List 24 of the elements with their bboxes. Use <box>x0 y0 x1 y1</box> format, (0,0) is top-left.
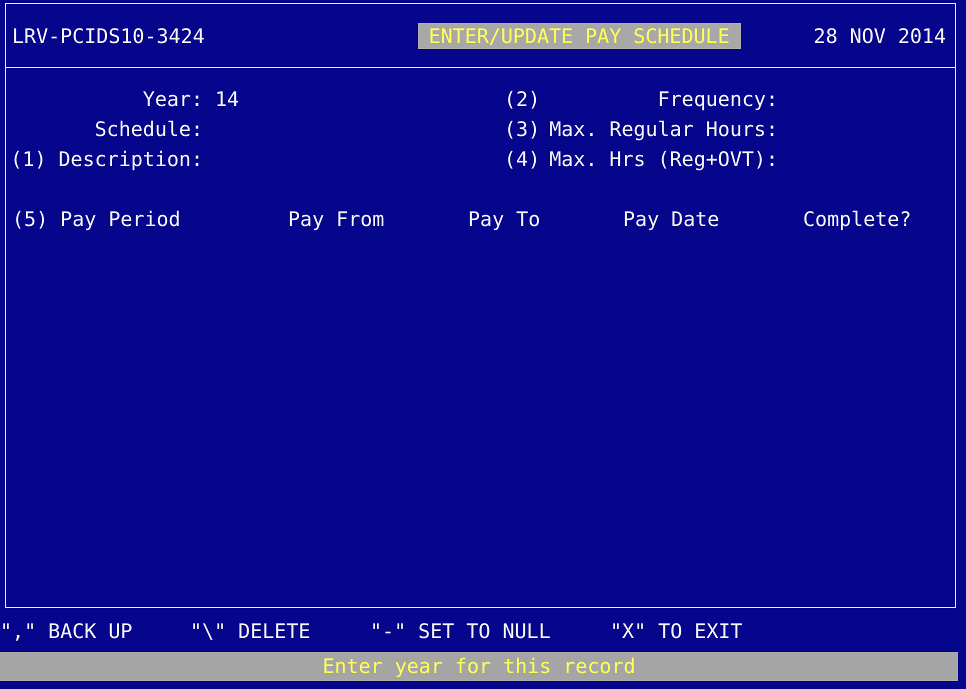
field-label: Year: <box>142 86 203 113</box>
key-hint: "X" TO EXIT <box>610 619 742 643</box>
field-number: (1) <box>10 146 46 173</box>
column-header: Pay To <box>468 207 540 231</box>
status-message: Enter year for this record <box>0 652 958 681</box>
key-hint: "\" DELETE <box>190 619 310 643</box>
column-header: Complete? <box>803 207 912 231</box>
field-label: Schedule: <box>94 116 203 143</box>
key-hint: "," BACK UP <box>0 619 132 643</box>
header-date: 28 NOV 2014 <box>814 22 946 50</box>
system-id: LRV-PCIDS10-3424 <box>12 22 205 50</box>
field-value: 14 <box>215 86 240 113</box>
field-label: Description: <box>58 146 203 173</box>
field-number: (2) <box>504 87 540 111</box>
column-header: Pay From <box>288 207 384 231</box>
field-label: Frequency: <box>658 86 778 113</box>
column-header: (5) Pay Period <box>12 207 181 231</box>
column-header: Pay Date <box>623 207 720 231</box>
key-hint: "-" SET TO NULL <box>370 619 551 643</box>
field-label: Max. Hrs (Reg+OVT): <box>549 146 778 173</box>
field-number: (4) <box>504 147 540 171</box>
field-number: (3) <box>504 117 540 141</box>
field-label: Max. Regular Hours: <box>549 116 778 143</box>
screen-title: ENTER/UPDATE PAY SCHEDULE <box>418 22 741 48</box>
